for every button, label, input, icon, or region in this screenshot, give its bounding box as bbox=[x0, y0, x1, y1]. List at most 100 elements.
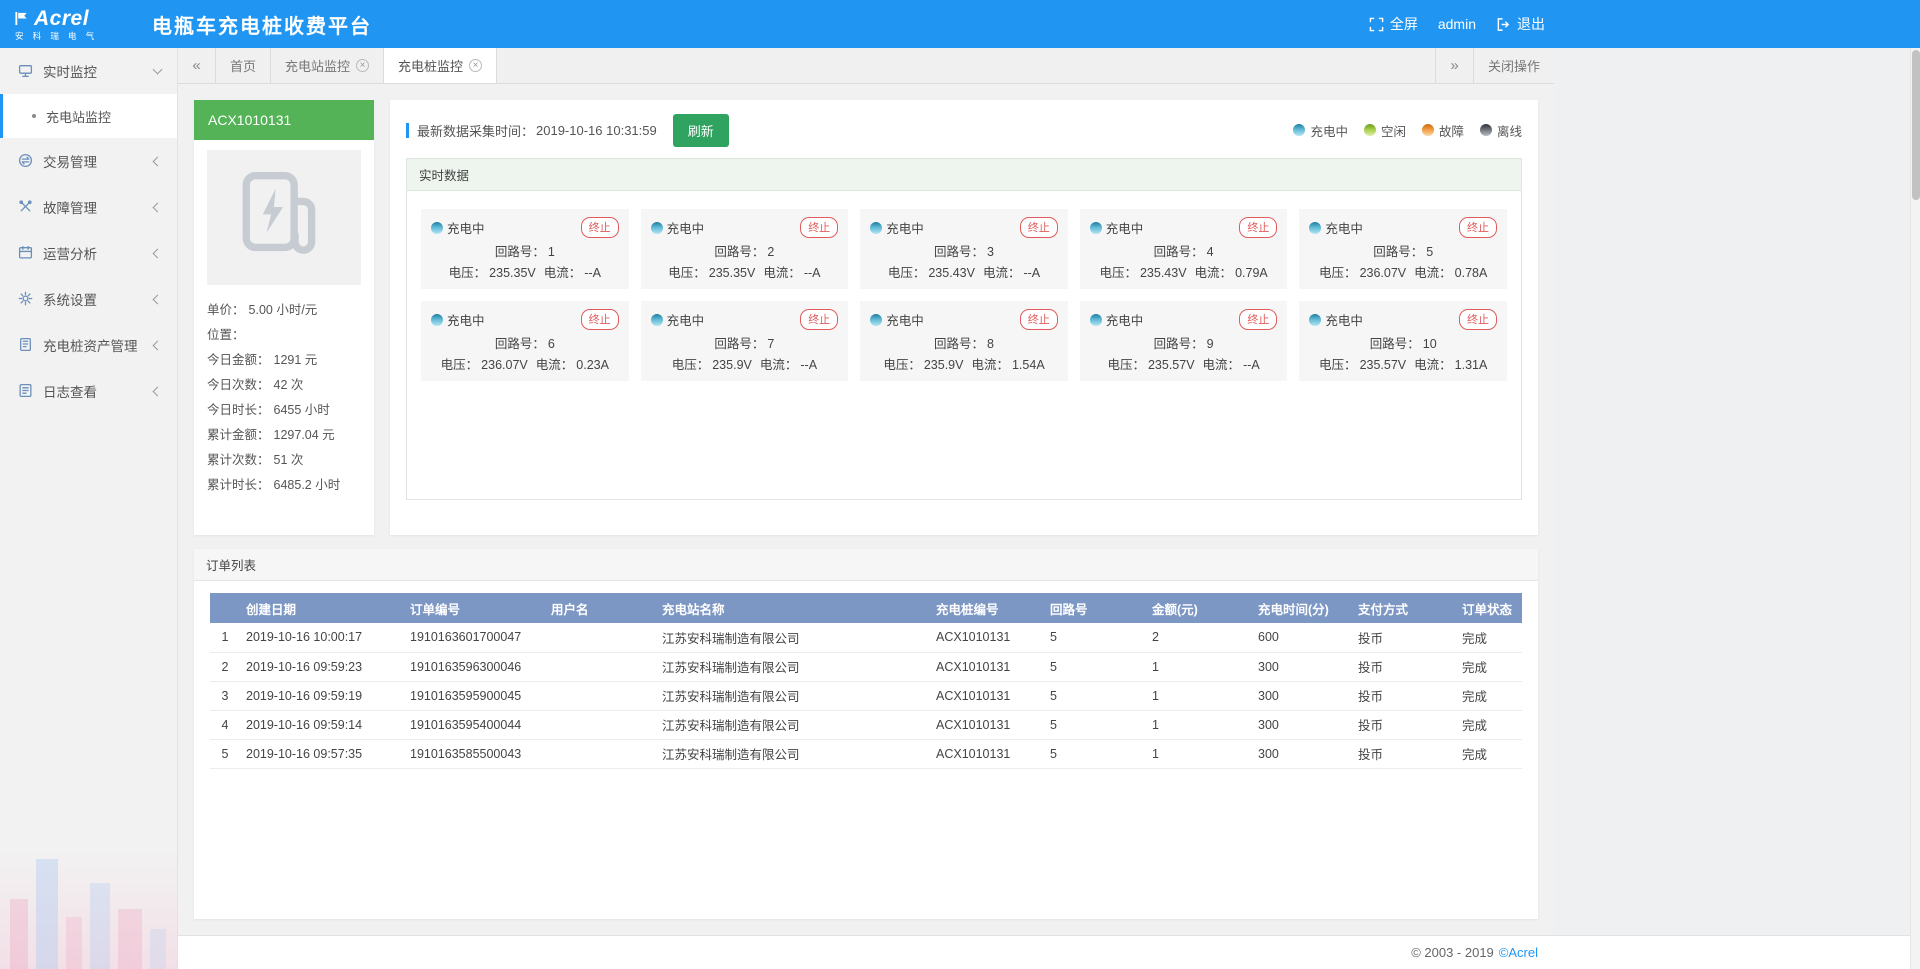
column-header-pay: 支付方式 bbox=[1352, 593, 1456, 623]
stat-line: 累计时长：6485.2 小时 bbox=[207, 473, 361, 498]
tab-close-icon[interactable]: × bbox=[469, 59, 482, 72]
cell-status: 完成 bbox=[1456, 681, 1522, 710]
current-value: --A bbox=[804, 266, 821, 280]
circuit-status-label: 充电中 bbox=[1325, 310, 1363, 329]
column-header-order_no: 订单编号 bbox=[404, 593, 545, 623]
terminate-button[interactable]: 终止 bbox=[581, 309, 619, 330]
stat-label: 位置： bbox=[207, 323, 245, 348]
chevron-left-icon bbox=[153, 248, 163, 258]
sidebar-item-2[interactable]: 故障管理 bbox=[0, 184, 177, 230]
circuit-number-label: 回路号： bbox=[714, 337, 764, 351]
sidebar-subitem-label: 充电站监控 bbox=[46, 107, 111, 126]
sidebar-subitem-0-0[interactable]: 充电站监控 bbox=[0, 94, 177, 138]
terminate-button[interactable]: 终止 bbox=[1459, 217, 1497, 238]
cell-index: 4 bbox=[210, 710, 240, 739]
current-label: 电流： bbox=[760, 358, 798, 372]
table-row[interactable]: 52019-10-16 09:57:351910163585500043江苏安科… bbox=[210, 739, 1522, 768]
table-row[interactable]: 42019-10-16 09:59:141910163595400044江苏安科… bbox=[210, 710, 1522, 739]
sidebar-item-6[interactable]: 日志查看 bbox=[0, 368, 177, 414]
current-value: 1.31A bbox=[1455, 358, 1488, 372]
circuit-number-line: 回路号：4 bbox=[1090, 241, 1278, 260]
current-label: 电流： bbox=[983, 266, 1021, 280]
terminate-button[interactable]: 终止 bbox=[1020, 309, 1058, 330]
cell-circuit: 5 bbox=[1044, 710, 1146, 739]
cell-pay: 投币 bbox=[1352, 710, 1456, 739]
charging-status-icon bbox=[1309, 222, 1321, 234]
tab-0[interactable]: 首页 bbox=[216, 48, 271, 83]
cell-status: 完成 bbox=[1456, 652, 1522, 681]
log-icon bbox=[18, 383, 34, 399]
user-menu[interactable]: admin bbox=[1438, 16, 1476, 32]
voltage-value: 235.43V bbox=[1140, 266, 1187, 280]
table-row[interactable]: 22019-10-16 09:59:231910163596300046江苏安科… bbox=[210, 652, 1522, 681]
sidebar-item-label: 故障管理 bbox=[43, 197, 154, 217]
stat-value: 1297.04 元 bbox=[274, 423, 335, 448]
table-row[interactable]: 32019-10-16 09:59:191910163595900045江苏安科… bbox=[210, 681, 1522, 710]
stat-value: 51 次 bbox=[274, 448, 304, 473]
terminate-button[interactable]: 终止 bbox=[800, 217, 838, 238]
circuit-status: 充电中 bbox=[870, 310, 924, 329]
tab-label: 充电桩监控 bbox=[398, 56, 463, 75]
fullscreen-button[interactable]: 全屏 bbox=[1369, 14, 1418, 34]
tabs-scroll-right-button[interactable]: » bbox=[1435, 48, 1473, 83]
vertical-scrollbar[interactable] bbox=[1910, 48, 1920, 969]
circuit-status: 充电中 bbox=[431, 218, 485, 237]
voltage-value: 235.57V bbox=[1360, 358, 1407, 372]
voltage-label: 电压： bbox=[1319, 358, 1357, 372]
tab-bar-spacer bbox=[497, 48, 1435, 83]
circuit-status: 充电中 bbox=[651, 218, 705, 237]
cell-station: 江苏安科瑞制造有限公司 bbox=[656, 739, 930, 768]
tab-2[interactable]: 充电桩监控 × bbox=[384, 48, 497, 83]
circuit-card-1: 充电中终止回路号：1电压：235.35V电流：--A bbox=[421, 209, 629, 289]
circuit-vc-line: 电压：235.43V电流：--A bbox=[870, 262, 1058, 281]
cell-pay: 投币 bbox=[1352, 739, 1456, 768]
sidebar-item-1[interactable]: 交易管理 bbox=[0, 138, 177, 184]
table-row[interactable]: 12019-10-16 10:00:171910163601700047江苏安科… bbox=[210, 623, 1522, 652]
stat-line: 今日金额：1291 元 bbox=[207, 348, 361, 373]
tab-close-icon[interactable]: × bbox=[356, 59, 369, 72]
tab-1[interactable]: 充电站监控× bbox=[271, 48, 384, 83]
username-text: admin bbox=[1438, 16, 1476, 32]
stat-label: 累计时长： bbox=[207, 473, 270, 498]
stat-line: 位置： bbox=[207, 323, 361, 348]
chevron-left-icon bbox=[153, 294, 163, 304]
sidebar-item-0[interactable]: 实时监控 bbox=[0, 48, 177, 94]
sidebar-item-3[interactable]: 运营分析 bbox=[0, 230, 177, 276]
acrel-logo-mark-icon bbox=[14, 11, 29, 26]
tabs-scroll-left-button[interactable]: « bbox=[178, 48, 216, 83]
stat-value: 42 次 bbox=[274, 373, 304, 398]
scrollbar-thumb[interactable] bbox=[1912, 50, 1920, 200]
cell-index: 1 bbox=[210, 623, 240, 652]
cell-user bbox=[545, 652, 656, 681]
terminate-button[interactable]: 终止 bbox=[800, 309, 838, 330]
cell-pay: 投币 bbox=[1352, 681, 1456, 710]
circuit-number-line: 回路号：7 bbox=[651, 333, 839, 352]
cell-order_no: 1910163595400044 bbox=[404, 710, 545, 739]
terminate-button[interactable]: 终止 bbox=[1459, 309, 1497, 330]
circuit-status: 充电中 bbox=[1090, 310, 1144, 329]
sidebar-item-4[interactable]: 系统设置 bbox=[0, 276, 177, 322]
circuit-status-label: 充电中 bbox=[667, 310, 705, 329]
accent-bar bbox=[406, 123, 409, 138]
sidebar-item-5[interactable]: 充电桩资产管理 bbox=[0, 322, 177, 368]
refresh-button[interactable]: 刷新 bbox=[673, 114, 729, 147]
acrel-brand-link[interactable]: ©Acrel bbox=[1499, 945, 1538, 960]
cell-amount: 2 bbox=[1146, 623, 1252, 652]
cell-pile: ACX1010131 bbox=[930, 710, 1044, 739]
terminate-button[interactable]: 终止 bbox=[1239, 217, 1277, 238]
voltage-label: 电压： bbox=[668, 266, 706, 280]
current-value: 1.54A bbox=[1012, 358, 1045, 372]
cell-order_no: 1910163595900045 bbox=[404, 681, 545, 710]
cell-station: 江苏安科瑞制造有限公司 bbox=[656, 652, 930, 681]
terminate-button[interactable]: 终止 bbox=[581, 217, 619, 238]
voltage-value: 235.9V bbox=[924, 358, 964, 372]
cell-circuit: 5 bbox=[1044, 623, 1146, 652]
terminate-button[interactable]: 终止 bbox=[1020, 217, 1058, 238]
sidebar-item-label: 交易管理 bbox=[43, 151, 154, 171]
close-operations-button[interactable]: 关闭操作 bbox=[1473, 48, 1554, 83]
logout-button[interactable]: 退出 bbox=[1496, 14, 1545, 34]
realtime-section-title: 实时数据 bbox=[407, 159, 1521, 191]
stat-line: 累计次数：51 次 bbox=[207, 448, 361, 473]
tab-bar: « 首页充电站监控× 充电桩监控 × » 关闭操作 bbox=[178, 48, 1554, 84]
terminate-button[interactable]: 终止 bbox=[1239, 309, 1277, 330]
